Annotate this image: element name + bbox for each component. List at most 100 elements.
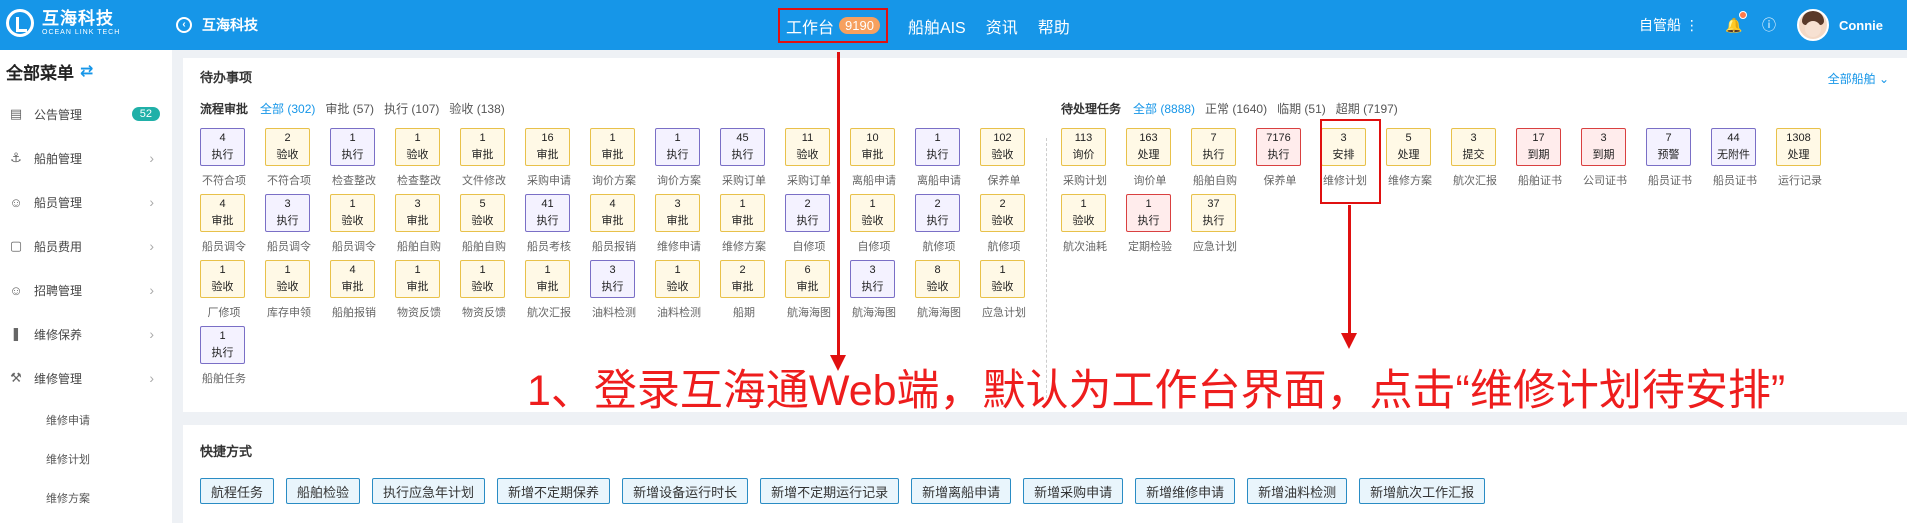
nav-help[interactable]: 帮助 xyxy=(1038,14,1070,38)
task-tile[interactable]: 3 执行 航海海图 xyxy=(850,260,897,324)
task-tile[interactable]: 113 询价 采购计划 xyxy=(1061,128,1108,192)
task-tile[interactable]: 2 审批 船期 xyxy=(720,260,767,324)
tile-box[interactable]: 44 无附件 xyxy=(1711,128,1756,166)
tile-box[interactable]: 1 执行 xyxy=(330,128,375,166)
sidebar-item[interactable]: ▤ 公告管理 52 xyxy=(0,92,172,136)
task-tile[interactable]: 1 执行 定期检验 xyxy=(1126,194,1173,258)
task-tile[interactable]: 1 执行 离船申请 xyxy=(915,128,962,192)
tile-box[interactable]: 3 审批 xyxy=(655,194,700,232)
task-tile[interactable]: 3 执行 船员调令 xyxy=(265,194,312,258)
tile-box[interactable]: 7176 执行 xyxy=(1256,128,1301,166)
nav-ship-ais[interactable]: 船舶AIS xyxy=(908,14,966,38)
filter-tab[interactable]: 审批 (57) xyxy=(325,102,374,116)
task-tile[interactable]: 1 验收 检查整改 xyxy=(395,128,442,192)
sidebar-item[interactable]: ⚓ 船舶管理 › xyxy=(0,136,172,180)
tile-box[interactable]: 6 审批 xyxy=(785,260,830,298)
avatar[interactable] xyxy=(1796,9,1829,41)
task-tile[interactable]: 3 审批 船舶自购 xyxy=(395,194,442,258)
task-tile[interactable]: 1 执行 检查整改 xyxy=(330,128,377,192)
task-tile[interactable]: 1 审批 航次汇报 xyxy=(525,260,572,324)
tile-box[interactable]: 2 验收 xyxy=(980,194,1025,232)
tile-box[interactable]: 163 处理 xyxy=(1126,128,1171,166)
tile-box[interactable]: 16 审批 xyxy=(525,128,570,166)
task-tile[interactable]: 1 执行 询价方案 xyxy=(655,128,702,192)
task-tile[interactable]: 1 验收 厂修项 xyxy=(200,260,247,324)
tile-box[interactable]: 1 验收 xyxy=(655,260,700,298)
task-tile[interactable]: 11 验收 采购订单 xyxy=(785,128,832,192)
tile-box[interactable]: 4 审批 xyxy=(330,260,375,298)
shortcut-button[interactable]: 船舶检验 xyxy=(286,478,361,504)
tile-box[interactable]: 102 验收 xyxy=(980,128,1025,166)
shortcut-button[interactable]: 新增不定期保养 xyxy=(497,478,611,504)
all-ships-dropdown[interactable]: 全部船舶 ⌄ xyxy=(1828,70,1889,87)
bell-icon[interactable]: 🔔 xyxy=(1725,10,1747,34)
tile-box[interactable]: 1 验收 xyxy=(330,194,375,232)
filter-tab[interactable]: 全部 (8888) xyxy=(1133,102,1195,116)
task-tile[interactable]: 4 执行 不符合项 xyxy=(200,128,247,192)
shortcut-button[interactable]: 新增航次工作汇报 xyxy=(1359,478,1486,504)
filter-tab[interactable]: 全部 (302) xyxy=(260,102,315,116)
task-tile[interactable]: 1 审批 维修方案 xyxy=(720,194,767,258)
task-tile[interactable]: 16 审批 采购申请 xyxy=(525,128,572,192)
task-tile[interactable]: 3 审批 维修申请 xyxy=(655,194,702,258)
sidebar-item[interactable]: ☺ 招聘管理 › xyxy=(0,268,172,312)
filter-tab[interactable]: 验收 (138) xyxy=(449,102,504,116)
task-tile[interactable]: 1 验收 油料检测 xyxy=(655,260,702,324)
task-tile[interactable]: 8 验收 航海海图 xyxy=(915,260,962,324)
task-tile[interactable]: 7 预警 船员证书 xyxy=(1646,128,1693,192)
tile-box[interactable]: 1 审批 xyxy=(590,128,635,166)
tile-box[interactable]: 1 验收 xyxy=(395,128,440,166)
tile-box[interactable]: 2 执行 xyxy=(785,194,830,232)
task-tile[interactable]: 2 验收 不符合项 xyxy=(265,128,312,192)
tile-box[interactable]: 3 审批 xyxy=(395,194,440,232)
task-tile[interactable]: 4 审批 船员调令 xyxy=(200,194,247,258)
task-tile[interactable]: 5 验收 船舶自购 xyxy=(460,194,507,258)
sidebar-item[interactable]: ☺ 船员管理 › xyxy=(0,180,172,224)
tile-box[interactable]: 113 询价 xyxy=(1061,128,1106,166)
sidebar-subitem[interactable]: 维修方案 xyxy=(0,478,172,517)
tile-box[interactable]: 17 到期 xyxy=(1516,128,1561,166)
task-tile[interactable]: 163 处理 询价单 xyxy=(1126,128,1173,192)
sidebar-item[interactable]: ▢ 船员费用 › xyxy=(0,224,172,268)
tile-box[interactable]: 1 验收 xyxy=(1061,194,1106,232)
task-tile[interactable]: 4 审批 船舶报销 xyxy=(330,260,377,324)
task-tile[interactable]: 7 执行 船舶自购 xyxy=(1191,128,1238,192)
task-tile[interactable]: 1 审批 物资反馈 xyxy=(395,260,442,324)
task-tile[interactable]: 1 执行 船舶任务 xyxy=(200,326,247,390)
tile-box[interactable]: 3 到期 xyxy=(1581,128,1626,166)
nav-workbench[interactable]: 工作台 9190 xyxy=(778,8,888,43)
shortcut-button[interactable]: 执行应急年计划 xyxy=(372,478,486,504)
tile-box[interactable]: 1 审批 xyxy=(395,260,440,298)
task-tile[interactable]: 45 执行 采购订单 xyxy=(720,128,767,192)
task-tile[interactable]: 1 验收 库存申领 xyxy=(265,260,312,324)
shortcut-button[interactable]: 新增离船申请 xyxy=(911,478,1012,504)
task-tile[interactable]: 1 验收 自修项 xyxy=(850,194,897,258)
tile-box[interactable]: 5 验收 xyxy=(460,194,505,232)
tile-box[interactable]: 2 验收 xyxy=(265,128,310,166)
task-tile[interactable]: 37 执行 应急计划 xyxy=(1191,194,1238,258)
task-tile[interactable]: 102 验收 保养单 xyxy=(980,128,1027,192)
user-name[interactable]: Connie xyxy=(1839,18,1883,33)
tile-box[interactable]: 1 执行 xyxy=(1126,194,1171,232)
tile-box[interactable]: 1 验收 xyxy=(200,260,245,298)
task-tile[interactable]: 3 到期 公司证书 xyxy=(1581,128,1628,192)
task-tile[interactable]: 10 审批 离船申请 xyxy=(850,128,897,192)
task-tile[interactable]: 2 执行 航修项 xyxy=(915,194,962,258)
tile-box[interactable]: 2 执行 xyxy=(915,194,960,232)
tile-box[interactable]: 1308 处理 xyxy=(1776,128,1821,166)
tile-box[interactable]: 7 预警 xyxy=(1646,128,1691,166)
task-tile[interactable]: 4 审批 船员报销 xyxy=(590,194,637,258)
tile-box[interactable]: 3 执行 xyxy=(265,194,310,232)
task-tile[interactable]: 44 无附件 船员证书 xyxy=(1711,128,1758,192)
task-tile[interactable]: 2 执行 自修项 xyxy=(785,194,832,258)
tile-box[interactable]: 4 审批 xyxy=(200,194,245,232)
task-tile[interactable]: 3 执行 油料检测 xyxy=(590,260,637,324)
task-tile[interactable]: 1 验收 船员调令 xyxy=(330,194,377,258)
tile-box[interactable]: 1 执行 xyxy=(655,128,700,166)
shortcut-button[interactable]: 新增不定期运行记录 xyxy=(760,478,900,504)
task-tile[interactable]: 3 提交 航次汇报 xyxy=(1451,128,1498,192)
task-tile[interactable]: 1 验收 应急计划 xyxy=(980,260,1027,324)
task-tile[interactable]: 1 审批 询价方案 xyxy=(590,128,637,192)
task-tile[interactable]: 1308 处理 运行记录 xyxy=(1776,128,1823,192)
sidebar-item[interactable]: ⚒ 维修管理 › xyxy=(0,356,172,400)
